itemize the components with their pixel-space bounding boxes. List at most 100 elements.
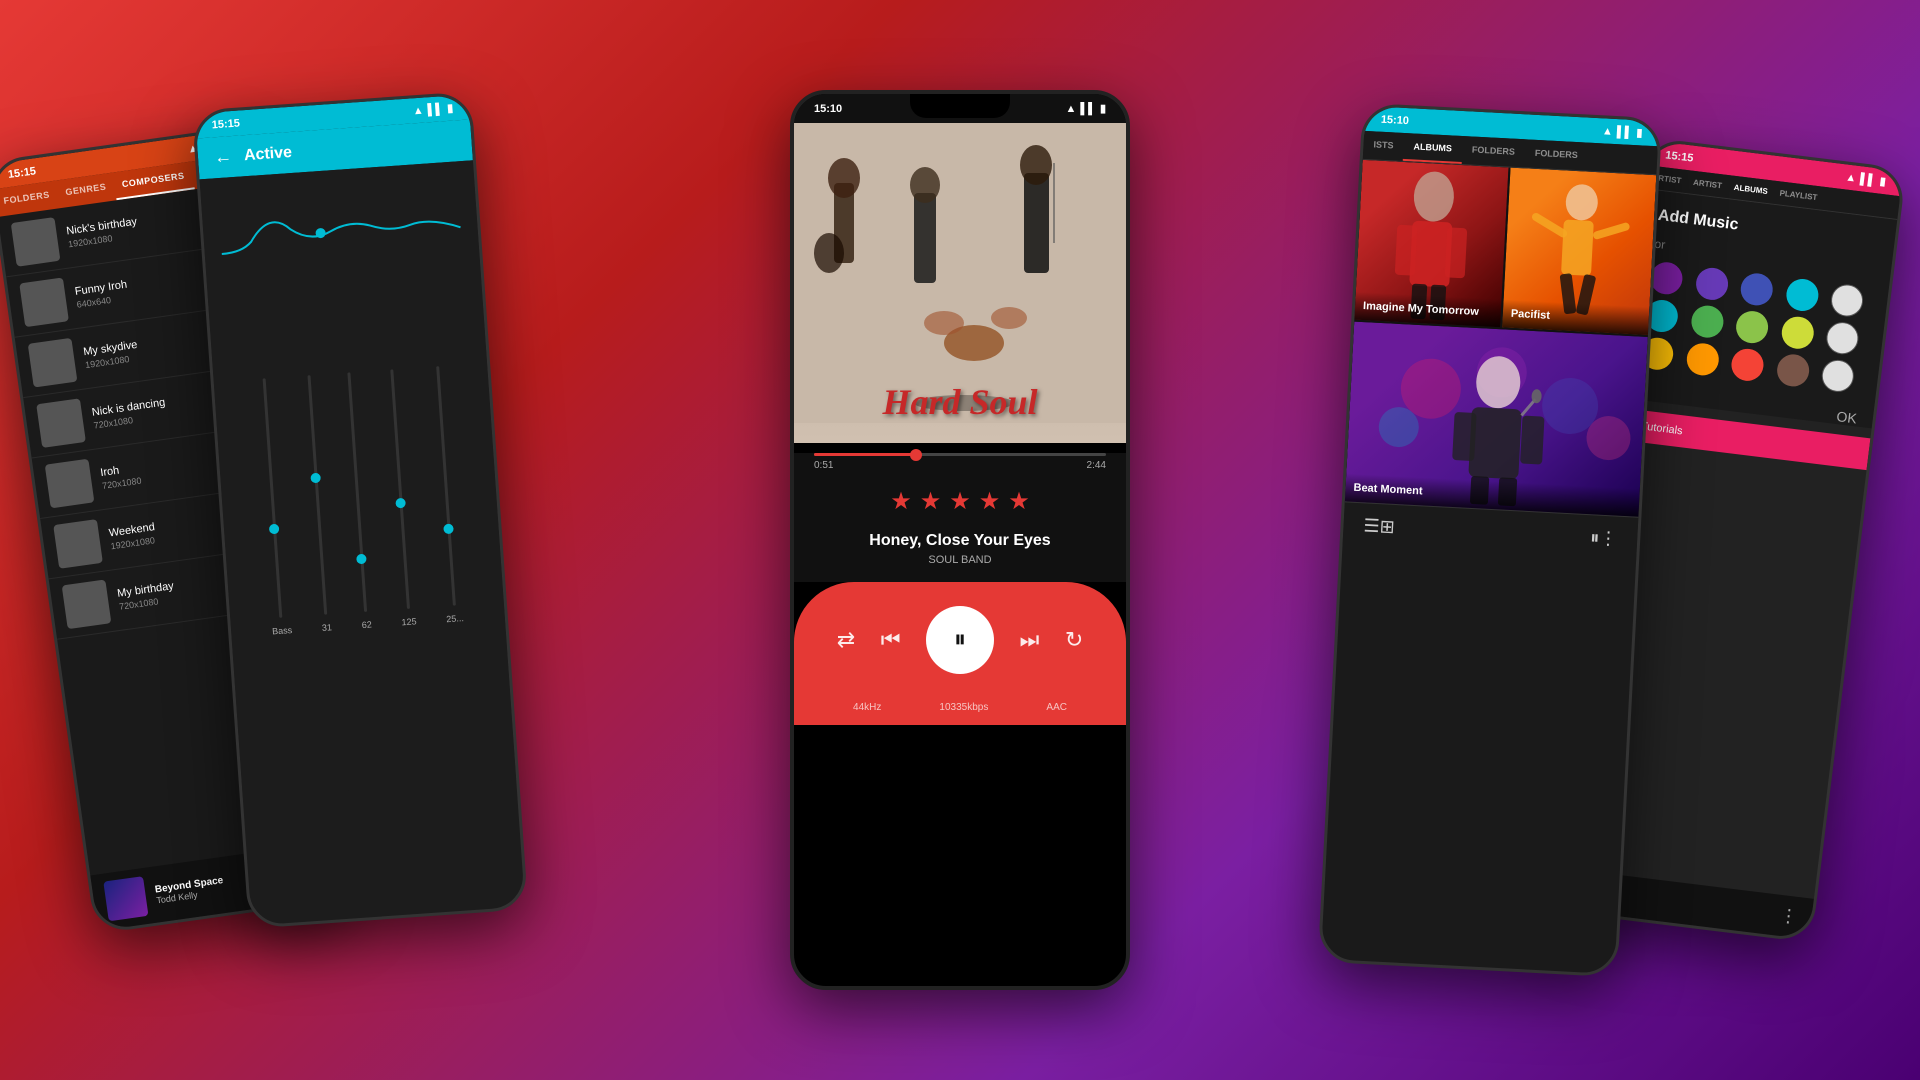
more-icon[interactable]: ⋮ [1778, 905, 1798, 928]
waveform [217, 177, 464, 274]
eq-bar-track [390, 369, 410, 609]
progress-bar-wrap[interactable]: 0:51 2:44 [794, 453, 1126, 475]
color-dot[interactable] [1689, 304, 1725, 340]
song-artist: SOUL BAND [814, 554, 1106, 566]
album-grid: Imagine My Tomorrow [1345, 160, 1656, 517]
signal-icon: ▌▌ [1080, 103, 1096, 115]
color-dot[interactable] [1734, 309, 1770, 345]
eq-label: 31 [322, 622, 333, 633]
status-icons-4: ▲ ▌▌ ▮ [1602, 124, 1643, 139]
eq-bar-col[interactable]: 62 [344, 372, 372, 630]
now-playing-thumb [103, 876, 148, 921]
eq-label: 25... [446, 613, 464, 624]
shuffle-button[interactable]: ⇄ [837, 627, 855, 653]
prev-button[interactable]: ⏮ [881, 627, 901, 653]
color-dot[interactable] [1685, 341, 1721, 377]
album-name-pacifist: Pacifist [1511, 308, 1641, 327]
phone-player: 15:10 ▲ ▌▌ ▮ [790, 90, 1130, 990]
color-dot-white[interactable] [1830, 283, 1866, 319]
equalizer-bars: Bass 31 62 [224, 282, 489, 638]
wifi-icon: ▲ [1845, 171, 1857, 184]
color-dot-white[interactable] [1825, 320, 1861, 356]
color-grid[interactable] [1639, 260, 1873, 394]
color-dot[interactable] [1775, 353, 1811, 389]
wifi-icon: ▲ [1602, 125, 1614, 138]
eq-bar-col[interactable]: 25... [429, 366, 464, 625]
color-dot[interactable] [1739, 272, 1775, 308]
album-art: Hard Soul [794, 123, 1126, 443]
phone-equalizer: 15:15 ▲ ▌▌ ▮ ← Active [192, 91, 529, 929]
tab-folders-1[interactable]: FOLDERS [1461, 136, 1525, 167]
stars-row[interactable]: ★ ★ ★ ★ ★ [794, 475, 1126, 524]
eq-bar-col[interactable]: 125 [384, 369, 417, 627]
grid-icon[interactable]: ⊞ [1379, 516, 1395, 538]
tab-ists[interactable]: ISTS [1363, 131, 1404, 161]
progress-track[interactable] [814, 453, 1106, 456]
signal-icon: ▌▌ [427, 103, 443, 116]
thumbnail [45, 459, 95, 509]
time-5: 15:15 [1665, 149, 1694, 164]
star-4[interactable]: ★ [979, 487, 1001, 516]
star-3[interactable]: ★ [949, 487, 971, 516]
player-controls[interactable]: ⇄ ⏮ ⏸ ⏭ ↻ [794, 582, 1126, 698]
band-image: Hard Soul [794, 123, 1126, 443]
color-dot[interactable] [1780, 315, 1816, 351]
eq-bar-col[interactable]: 31 [304, 375, 332, 633]
eq-label: 125 [401, 616, 417, 627]
eq-bar-col[interactable]: Bass [255, 378, 293, 637]
time-4: 15:10 [1381, 113, 1410, 126]
color-dot[interactable] [1694, 266, 1730, 302]
status-icons-2: ▲ ▌▌ ▮ [412, 102, 453, 118]
pause-button[interactable]: ⏸ [926, 606, 994, 674]
song-title: Honey, Close Your Eyes [814, 532, 1106, 550]
back-icon[interactable]: ← [213, 146, 232, 168]
status-icons-3: ▲ ▌▌ ▮ [1065, 102, 1106, 115]
color-dot-white[interactable] [1820, 358, 1856, 394]
tab-albums[interactable]: ALBUMS [1403, 133, 1463, 164]
star-1[interactable]: ★ [890, 487, 912, 516]
thumbnail [36, 398, 86, 448]
tab-folders-2[interactable]: FOLDERS [1524, 139, 1588, 170]
signal-icon: ▌▌ [1617, 126, 1633, 139]
thumbnail [28, 338, 78, 388]
album-name-imagine: Imagine My Tomorrow [1363, 300, 1493, 319]
album-card-beat[interactable]: Beat Moment [1345, 322, 1648, 517]
color-dot[interactable] [1784, 277, 1820, 313]
band-name-text: Hard Soul [882, 381, 1037, 443]
eq-bar-track [436, 366, 456, 606]
repeat-button[interactable]: ↻ [1065, 627, 1083, 653]
wifi-icon: ▲ [412, 104, 424, 117]
ok-button[interactable]: OK [1836, 408, 1858, 426]
time-1: 15:15 [7, 165, 37, 181]
eq-bar-track [263, 378, 283, 618]
eq-bar-track [348, 372, 368, 612]
tab-artist-2[interactable]: ARTIST [1686, 170, 1729, 198]
album-card-pacifist[interactable]: Pacifist [1502, 168, 1656, 335]
next-button[interactable]: ⏭ [1020, 627, 1040, 653]
star-2[interactable]: ★ [920, 487, 942, 516]
time-current: 0:51 [814, 460, 833, 471]
thumbnail [11, 217, 61, 267]
song-info: Honey, Close Your Eyes SOUL BAND [794, 524, 1126, 582]
star-5[interactable]: ★ [1008, 487, 1030, 516]
time-2: 15:15 [211, 117, 240, 131]
thumbnail [19, 277, 69, 327]
color-dot[interactable] [1730, 347, 1766, 383]
add-music-content: Add Music or OK [1620, 189, 1898, 428]
header-title: Active [243, 143, 292, 164]
battery-icon: ▮ [1100, 102, 1106, 115]
eq-label: Bass [272, 625, 293, 636]
progress-knob [910, 449, 922, 461]
time-3: 15:10 [814, 103, 842, 115]
battery-icon: ▮ [1636, 126, 1643, 139]
eq-bar-track [308, 375, 328, 615]
format: AAC [1046, 702, 1067, 713]
battery-icon: ▮ [1879, 175, 1887, 189]
more-icon[interactable]: ⋮ [1599, 528, 1618, 550]
status-icons-5: ▲ ▌▌ ▮ [1845, 170, 1887, 188]
equalizer-container: Bass 31 62 [200, 160, 517, 798]
battery-icon: ▮ [447, 102, 454, 115]
thumbnail [53, 519, 103, 569]
filter-icon[interactable]: ☰ [1363, 515, 1380, 537]
album-card-imagine[interactable]: Imagine My Tomorrow [1354, 160, 1508, 327]
